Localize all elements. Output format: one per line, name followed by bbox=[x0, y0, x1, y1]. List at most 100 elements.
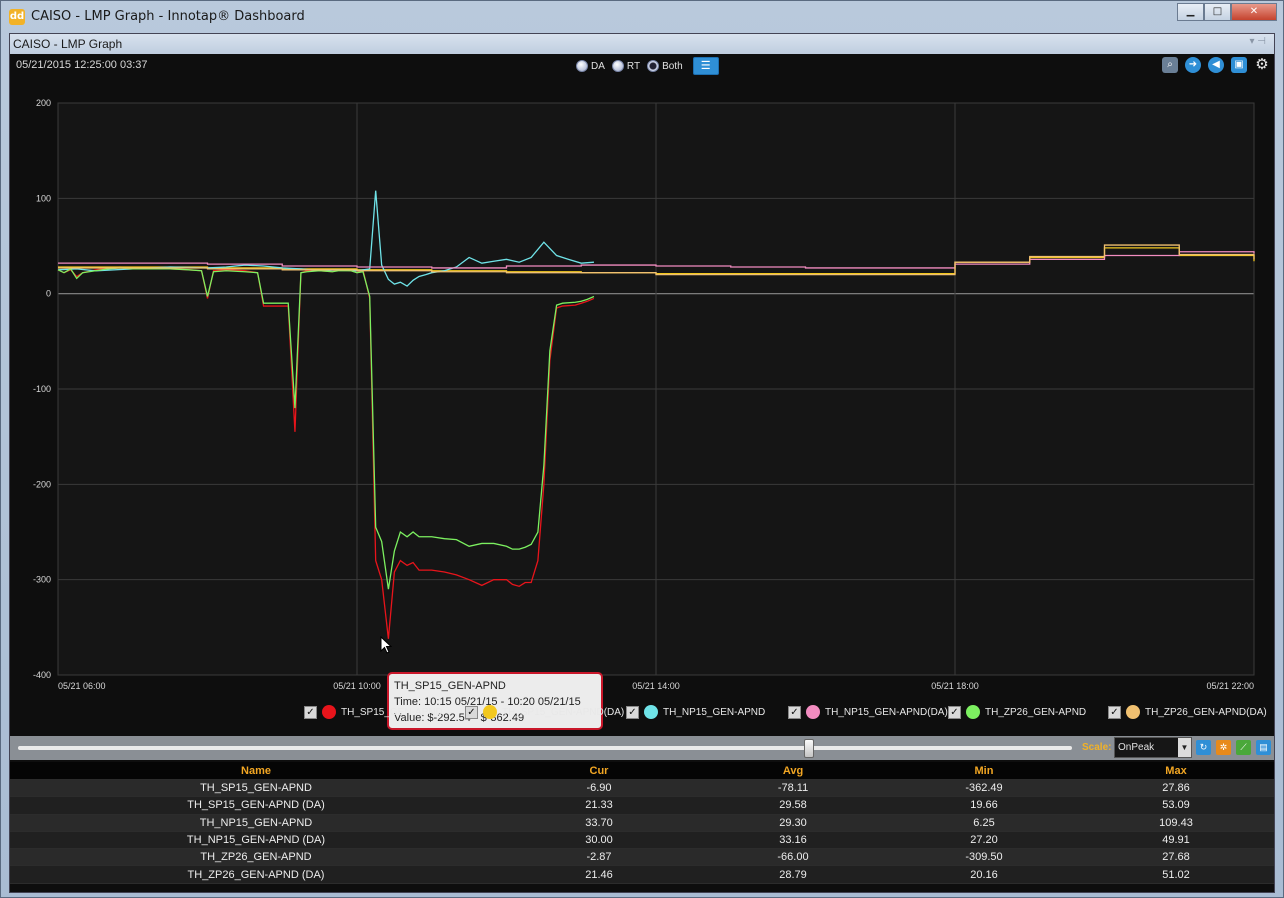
table-cell: -66.00 bbox=[777, 851, 809, 864]
scale-select[interactable]: OnPeak ▼ bbox=[1114, 737, 1192, 758]
table-cell: 21.46 bbox=[585, 868, 613, 881]
legend-item[interactable]: ✓ TH_ZP26_GEN-APND(DA) bbox=[1108, 705, 1267, 719]
y-tick-label: -400 bbox=[33, 670, 51, 680]
gear-icon[interactable]: ⚙ bbox=[1254, 57, 1270, 73]
market-radio-group: DA RT Both ☰ bbox=[576, 57, 719, 75]
y-tick-label: -100 bbox=[33, 384, 51, 394]
y-tick-label: 0 bbox=[46, 289, 51, 299]
table-cell: 28.79 bbox=[779, 868, 807, 881]
radio-rt[interactable] bbox=[611, 60, 624, 72]
app-logo-icon: dd bbox=[9, 9, 25, 25]
table-cell: 20.16 bbox=[970, 868, 998, 881]
legend-label: TH_NP15_GEN-APND bbox=[663, 706, 766, 718]
radio-rt-label[interactable]: RT bbox=[627, 61, 640, 72]
header-cur[interactable]: Cur bbox=[502, 765, 696, 777]
radio-da-label[interactable]: DA bbox=[591, 61, 605, 72]
close-button[interactable]: ✕ bbox=[1231, 3, 1277, 21]
table-cell: -6.90 bbox=[586, 782, 612, 795]
legend-label: TH_SP15_GEN-APND(DA) bbox=[502, 706, 625, 718]
legend-label: TH_NP15_GEN-APND(DA) bbox=[825, 706, 948, 718]
table-cell: -362.49 bbox=[965, 782, 1003, 795]
table-cell: 33.70 bbox=[585, 816, 613, 829]
header-min[interactable]: Min bbox=[890, 765, 1078, 777]
scale-bar: Scale: OnPeak ▼ ↻ ✲ ⟋ ▤ bbox=[10, 736, 1274, 760]
panel-title: CAISO - LMP Graph bbox=[13, 37, 123, 51]
window-title: CAISO - LMP Graph - Innotap® Dashboard bbox=[31, 9, 305, 24]
x-tick-label: 05/21 18:00 bbox=[931, 681, 979, 691]
export-icon[interactable]: ▤ bbox=[1256, 740, 1271, 755]
table-cell: -309.50 bbox=[965, 851, 1003, 864]
radio-da[interactable] bbox=[576, 60, 588, 72]
legend-swatch bbox=[483, 705, 497, 719]
legend-item[interactable]: ✓ TH_ZP26_GEN-APND bbox=[948, 705, 1086, 719]
table-row[interactable]: TH_ZP26_GEN-APND -2.87 -66.00 -309.50 27.68 bbox=[10, 849, 1274, 867]
y-tick-label: 200 bbox=[36, 98, 51, 108]
table-cell: 21.33 bbox=[585, 799, 613, 812]
legend-checkbox[interactable]: ✓ bbox=[304, 705, 317, 719]
legend-checkbox[interactable]: ✓ bbox=[948, 705, 961, 719]
toolbar: 05/21/2015 12:25:00 03:37 DA RT Both ☰ ⌕… bbox=[10, 54, 1274, 80]
legend-label: TH_SP15_GEN-APND bbox=[341, 706, 443, 718]
legend-checkbox[interactable]: ✓ bbox=[1108, 705, 1121, 719]
refresh-icon[interactable]: ↻ bbox=[1196, 740, 1211, 755]
radio-both[interactable] bbox=[647, 60, 660, 72]
radio-both-label[interactable]: Both bbox=[662, 61, 683, 72]
table-cell: 27.86 bbox=[1162, 782, 1190, 795]
arrow-right-icon[interactable]: ➜ bbox=[1185, 57, 1201, 73]
table-cell: 6.25 bbox=[973, 816, 995, 829]
legend-item[interactable]: ✓ TH_NP15_GEN-APND(DA) bbox=[788, 705, 948, 719]
search-icon[interactable]: ⌕ bbox=[1162, 57, 1178, 73]
lmp-chart-svg: 200 100 0 -100 -200 -300 -400 05/21 06:00 05/21 … bbox=[33, 98, 1255, 691]
table-cell: 29.58 bbox=[779, 799, 807, 812]
header-max[interactable]: Max bbox=[1078, 765, 1274, 777]
title-bar[interactable]: dd CAISO - LMP Graph - Innotap® Dashboar… bbox=[1, 1, 1283, 33]
y-tick-label: -300 bbox=[33, 575, 51, 585]
header-avg[interactable]: Avg bbox=[696, 765, 890, 777]
x-tick-label: 05/21 14:00 bbox=[632, 681, 680, 691]
table-cell: 30.00 bbox=[585, 834, 613, 847]
chart-legend: ✓ TH_SP15_GEN-APND ✓ TH_SP15_GEN-APND(DA) ✓ T… bbox=[10, 702, 1274, 724]
table-cell: TH_ZP26_GEN-APND bbox=[200, 851, 312, 864]
table-row[interactable]: TH_SP15_GEN-APND (DA) 21.33 29.58 19.66 53.0… bbox=[10, 797, 1274, 815]
legend-item[interactable]: ✓ TH_SP15_GEN-APND(DA) bbox=[465, 705, 624, 719]
minimize-button[interactable]: ▁ bbox=[1177, 3, 1204, 21]
table-cell: TH_ZP26_GEN-APND (DA) bbox=[187, 868, 325, 881]
legend-swatch bbox=[966, 705, 980, 719]
table-cell: 49.91 bbox=[1162, 834, 1190, 847]
maximize-button[interactable]: □ bbox=[1204, 3, 1231, 21]
table-cell: TH_SP15_GEN-APND (DA) bbox=[187, 799, 325, 812]
panel-header: CAISO - LMP Graph ▾ ⊣ bbox=[10, 34, 1274, 54]
table-cell: 27.20 bbox=[970, 834, 998, 847]
list-icon[interactable]: ☰ bbox=[692, 57, 719, 75]
speaker-icon[interactable]: ◀ bbox=[1208, 57, 1224, 73]
settings-icon[interactable]: ✲ bbox=[1216, 740, 1231, 755]
x-tick-label: 05/21 22:00 bbox=[1206, 681, 1254, 691]
table-cell: TH_SP15_GEN-APND bbox=[200, 782, 312, 795]
legend-swatch bbox=[322, 705, 336, 719]
table-row[interactable]: TH_NP15_GEN-APND (DA) 30.00 33.16 27.20 49.9… bbox=[10, 831, 1274, 850]
legend-checkbox[interactable]: ✓ bbox=[626, 705, 639, 719]
table-row[interactable]: TH_ZP26_GEN-APND (DA) 21.46 28.79 20.16 51.0… bbox=[10, 866, 1274, 884]
save-icon[interactable]: ▣ bbox=[1231, 57, 1247, 73]
legend-checkbox[interactable]: ✓ bbox=[788, 705, 801, 719]
timestamp: 05/21/2015 12:25:00 03:37 bbox=[16, 59, 148, 71]
table-cell: 19.66 bbox=[970, 799, 998, 812]
legend-item[interactable]: ✓ TH_SP15_GEN-APND bbox=[304, 705, 443, 719]
legend-item[interactable]: ✓ TH_NP15_GEN-APND bbox=[626, 705, 765, 719]
time-slider-track[interactable] bbox=[18, 746, 1072, 750]
table-row[interactable]: TH_NP15_GEN-APND 33.70 29.30 6.25 109.43 bbox=[10, 814, 1274, 832]
panel-pin-icon[interactable]: ▾ ⊣ bbox=[1249, 36, 1266, 47]
table-cell: 33.16 bbox=[779, 834, 807, 847]
legend-swatch bbox=[806, 705, 820, 719]
lmp-graph-panel: CAISO - LMP Graph ▾ ⊣ 05/21/2015 12:25:0… bbox=[9, 33, 1275, 893]
time-slider-handle[interactable] bbox=[803, 739, 814, 758]
header-name[interactable]: Name bbox=[10, 765, 502, 777]
chevron-down-icon[interactable]: ▼ bbox=[1178, 738, 1191, 757]
lmp-chart[interactable]: 200 100 0 -100 -200 -300 -400 05/21 06:00 05/21 … bbox=[10, 80, 1274, 730]
app-window: dd CAISO - LMP Graph - Innotap® Dashboar… bbox=[0, 0, 1284, 898]
table-cell: 109.43 bbox=[1159, 816, 1193, 829]
chart-line-icon[interactable]: ⟋ bbox=[1236, 740, 1251, 755]
legend-checkbox[interactable]: ✓ bbox=[465, 705, 478, 719]
table-row[interactable]: TH_SP15_GEN-APND -6.90 -78.11 -362.49 27.86 bbox=[10, 780, 1274, 798]
legend-swatch bbox=[1126, 705, 1140, 719]
